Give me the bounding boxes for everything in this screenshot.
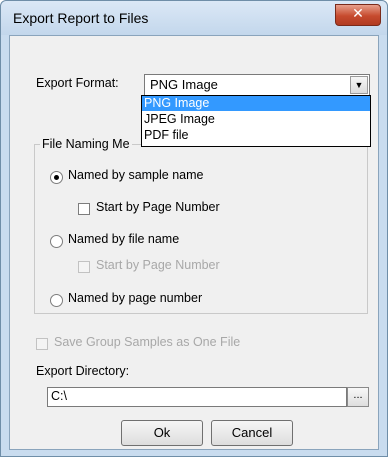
dropdown-option[interactable]: JPEG Image: [142, 112, 370, 127]
checkbox-start-page-1[interactable]: [78, 203, 90, 215]
radio-selected-dot: [54, 175, 59, 180]
chevron-down-icon[interactable]: ▼: [350, 76, 368, 94]
start-page-2-label: Start by Page Number: [96, 258, 220, 272]
export-format-label: Export Format:: [36, 76, 119, 90]
export-directory-input[interactable]: [51, 389, 341, 403]
export-directory-label: Export Directory:: [36, 364, 130, 378]
radio-named-by-file[interactable]: [50, 235, 63, 248]
file-naming-group-label: File Naming Me: [40, 137, 132, 151]
checkbox-save-group[interactable]: [36, 338, 48, 350]
export-format-dropdown-list: PNG Image JPEG Image PDF file: [141, 95, 371, 147]
dropdown-option[interactable]: PNG Image: [142, 96, 370, 111]
title-bar[interactable]: Export Report to Files ✕: [1, 1, 387, 35]
export-format-value: PNG Image: [150, 77, 218, 92]
save-group-label: Save Group Samples as One File: [54, 335, 241, 349]
named-by-file-label: Named by file name: [68, 232, 180, 246]
close-button[interactable]: ✕: [335, 4, 381, 26]
named-by-page-label: Named by page number: [68, 291, 203, 305]
close-icon: ✕: [352, 6, 364, 22]
cancel-button[interactable]: Cancel: [211, 420, 293, 446]
checkbox-start-page-2[interactable]: [78, 261, 90, 273]
radio-named-by-sample[interactable]: [50, 171, 63, 184]
dropdown-option[interactable]: PDF file: [142, 128, 370, 143]
export-directory-input-wrap[interactable]: [47, 387, 347, 407]
dialog-window: Export Report to Files ✕ Export Format: …: [0, 0, 388, 457]
radio-named-by-page[interactable]: [50, 294, 63, 307]
export-format-select[interactable]: PNG Image ▼: [144, 74, 370, 96]
browse-button[interactable]: ...: [347, 387, 369, 407]
ok-button[interactable]: Ok: [121, 420, 203, 446]
dialog-title: Export Report to Files: [13, 10, 149, 26]
start-page-1-label: Start by Page Number: [96, 200, 220, 214]
named-by-sample-label: Named by sample name: [68, 168, 204, 182]
